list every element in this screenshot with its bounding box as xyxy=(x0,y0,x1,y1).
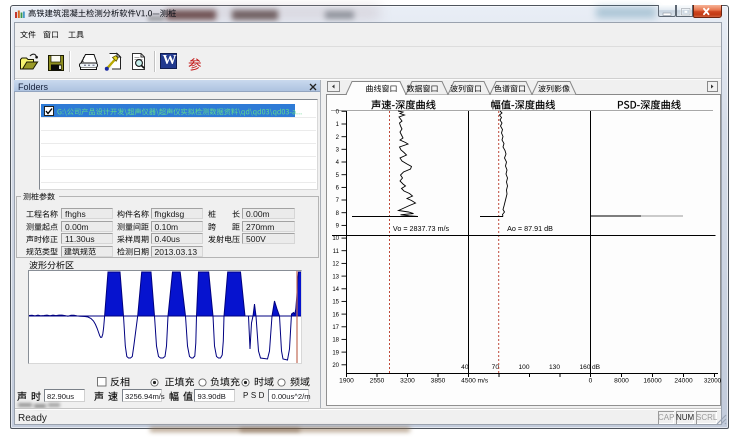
svg-text:dB: dB xyxy=(592,364,601,371)
svg-text:18: 18 xyxy=(332,338,339,344)
svg-text:20: 20 xyxy=(332,363,339,369)
svg-text:16: 16 xyxy=(332,312,339,318)
svg-text:16000: 16000 xyxy=(643,378,662,385)
svg-text:1900: 1900 xyxy=(339,378,354,385)
svg-text:70: 70 xyxy=(492,364,500,371)
svg-text:160: 160 xyxy=(579,364,590,371)
svg-text:2550: 2550 xyxy=(370,378,385,385)
svg-text:0: 0 xyxy=(589,378,593,385)
svg-text:24000: 24000 xyxy=(674,378,693,385)
svg-text:32000: 32000 xyxy=(704,378,721,385)
svg-text:u: u xyxy=(720,379,721,385)
svg-text:3200: 3200 xyxy=(400,378,415,385)
svg-text:Ao = 87.91 dB: Ao = 87.91 dB xyxy=(507,224,553,233)
svg-text:3850: 3850 xyxy=(431,378,446,385)
svg-text:Vo = 2837.73 m/s: Vo = 2837.73 m/s xyxy=(393,224,450,233)
svg-text:11: 11 xyxy=(333,249,340,255)
svg-text:6: 6 xyxy=(336,186,340,192)
svg-text:4500: 4500 xyxy=(461,378,476,385)
svg-text:4: 4 xyxy=(336,160,340,166)
svg-text:10: 10 xyxy=(332,236,339,242)
svg-text:130: 130 xyxy=(549,364,560,371)
svg-text:12: 12 xyxy=(332,262,339,268)
svg-text:7: 7 xyxy=(336,198,340,204)
svg-text:5: 5 xyxy=(336,173,340,179)
svg-text:2: 2 xyxy=(336,135,340,141)
svg-text:40: 40 xyxy=(461,364,469,371)
svg-text:m/s: m/s xyxy=(478,378,489,385)
svg-text:100: 100 xyxy=(518,364,529,371)
svg-text:3: 3 xyxy=(336,148,340,154)
svg-text:19: 19 xyxy=(332,350,339,356)
svg-text:17: 17 xyxy=(332,325,339,331)
svg-text:1: 1 xyxy=(336,122,340,128)
svg-text:14: 14 xyxy=(332,287,339,293)
svg-text:8: 8 xyxy=(336,211,340,217)
svg-text:15: 15 xyxy=(332,300,339,306)
svg-text:13: 13 xyxy=(332,274,339,280)
svg-text:8000: 8000 xyxy=(614,378,629,385)
svg-text:9: 9 xyxy=(336,224,340,230)
